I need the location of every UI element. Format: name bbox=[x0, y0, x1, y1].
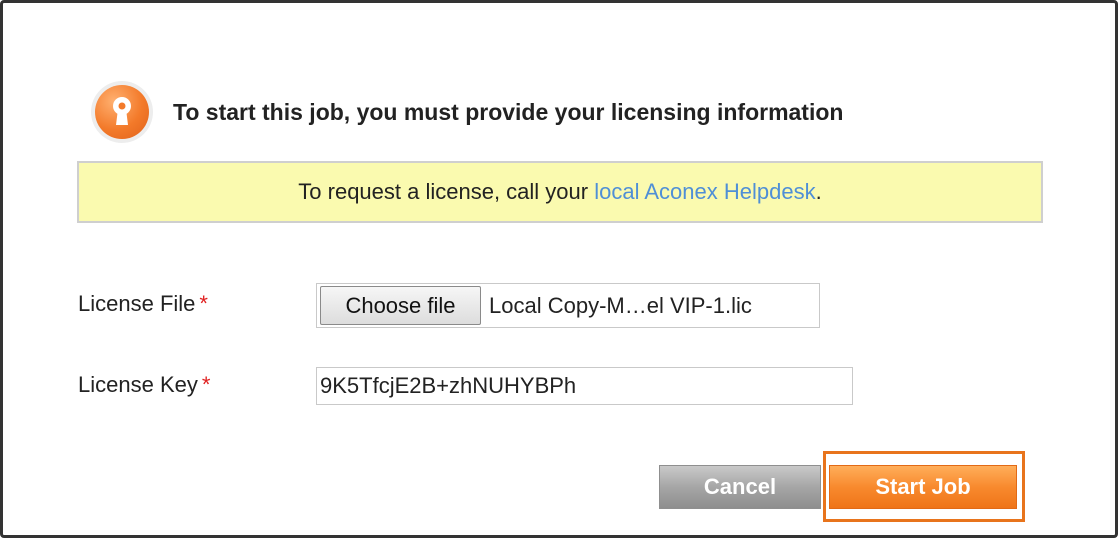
notice-text: To request a license, call your bbox=[298, 179, 595, 204]
choose-file-button[interactable]: Choose file bbox=[320, 286, 481, 325]
lock-icon bbox=[91, 81, 153, 143]
notice-text-end: . bbox=[815, 179, 822, 204]
license-key-label-text: License Key bbox=[78, 372, 198, 397]
license-file-label: License File * bbox=[78, 291, 208, 317]
required-marker: * bbox=[201, 372, 211, 397]
license-key-input[interactable] bbox=[316, 367, 853, 405]
selected-file-name: Local Copy-M…el VIP-1.lic bbox=[489, 292, 752, 318]
license-key-label: License Key * bbox=[78, 372, 210, 398]
license-file-label-text: License File bbox=[78, 291, 196, 316]
license-dialog: To start this job, you must provide your… bbox=[0, 0, 1118, 538]
helpdesk-link[interactable]: local Aconex Helpdesk bbox=[594, 179, 815, 205]
start-job-button[interactable]: Start Job bbox=[829, 465, 1017, 509]
cancel-button[interactable]: Cancel bbox=[659, 465, 821, 509]
dialog-title: To start this job, you must provide your… bbox=[173, 98, 844, 125]
required-marker: * bbox=[199, 291, 208, 316]
license-file-input[interactable]: Choose file Local Copy-M…el VIP-1.lic bbox=[316, 283, 820, 328]
license-notice: To request a license, call your local Ac… bbox=[77, 161, 1043, 223]
dialog-header: To start this job, you must provide your… bbox=[91, 79, 843, 145]
